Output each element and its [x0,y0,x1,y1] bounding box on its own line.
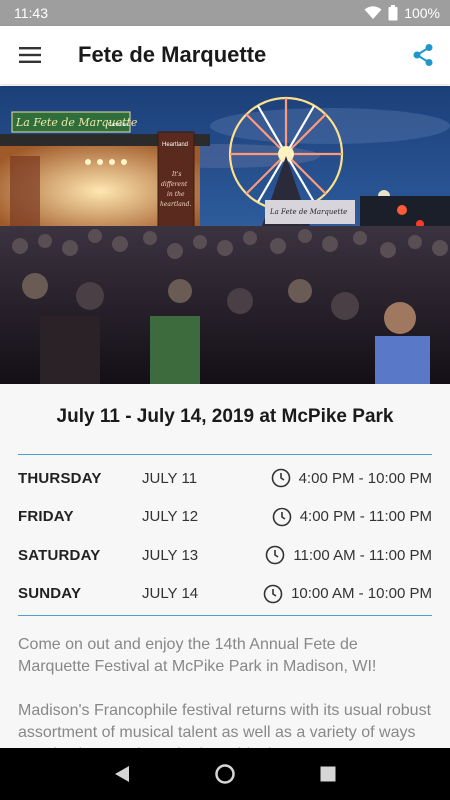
app-bar: Fete de Marquette [0,26,450,84]
sign-line-3: in the [167,191,185,198]
schedule-day: FRIDAY [18,508,74,526]
battery-level: 100% [404,5,440,21]
menu-button[interactable] [0,26,60,84]
recents-icon [320,766,336,782]
sign-line-2: different [161,181,188,188]
schedule-time: 4:00 PM - 11:00 PM [246,507,432,527]
schedule-time-text: 11:00 AM - 11:00 PM [293,546,432,564]
schedule-day: SUNDAY [18,585,82,603]
back-button[interactable] [102,754,142,794]
clock-icon [263,584,283,604]
status-icons: 100% [364,5,440,21]
schedule-row: SUNDAY JULY 14 10:00 AM - 10:00 PM [18,575,432,614]
status-time: 11:43 [14,5,48,21]
sign-brand: Heartland [162,142,188,148]
wheel-sign: La Fete de Marquette [269,208,347,216]
schedule-day: SATURDAY [18,546,101,564]
schedule-time: 4:00 PM - 10:00 PM [246,468,432,488]
share-icon [413,44,433,66]
description-paragraph: Come on out and enjoy the 14th Annual Fe… [18,636,377,675]
schedule-row: SATURDAY JULY 13 11:00 AM - 11:00 PM [18,536,432,575]
description-paragraph: Madison's Francophile festival returns w… [18,702,432,748]
clock-icon [272,507,292,527]
home-icon [215,764,235,784]
home-button[interactable] [205,754,245,794]
schedule-row: THURSDAY JULY 11 4:00 PM - 10:00 PM [18,459,432,498]
schedule-date: JULY 12 [142,508,199,526]
status-bar: 11:43 100% [0,0,450,26]
banner-sponsor: Cumulus [108,122,128,128]
system-nav-bar [0,748,450,800]
schedule-date: JULY 11 [142,469,198,487]
schedule-date: JULY 14 [142,585,199,603]
wifi-icon [364,6,382,19]
schedule-time-text: 4:00 PM - 10:00 PM [298,469,432,487]
battery-icon [388,5,398,21]
recents-button[interactable] [308,754,348,794]
clock-icon [271,468,290,488]
schedule-table: THURSDAY JULY 11 4:00 PM - 10:00 PM FRID… [18,454,432,616]
event-headline: July 11 - July 14, 2019 at McPike Park [56,406,394,427]
schedule-time: 11:00 AM - 11:00 PM [246,545,432,565]
event-description: Come on out and enjoy the 14th Annual Fe… [18,634,432,748]
schedule-date: JULY 13 [142,546,199,564]
clock-icon [266,545,285,565]
hamburger-menu-icon [19,47,41,63]
schedule-day: THURSDAY [18,469,102,487]
page-title: Fete de Marquette [78,42,267,67]
share-button[interactable] [396,26,450,84]
sign-line-1: It's [171,171,182,178]
schedule-time-text: 4:00 PM - 11:00 PM [299,508,432,526]
sign-line-4: heartland. [160,201,191,208]
schedule-time: 10:00 AM - 10:00 PM [246,584,432,604]
schedule-row: FRIDAY JULY 12 4:00 PM - 11:00 PM [18,498,432,537]
back-icon [114,766,129,782]
hero-image: La Fete de Marquette Cumulus Heartland I… [0,86,450,384]
schedule-time-text: 10:00 AM - 10:00 PM [291,585,432,603]
event-details: July 11 - July 14, 2019 at McPike Park T… [0,384,450,748]
